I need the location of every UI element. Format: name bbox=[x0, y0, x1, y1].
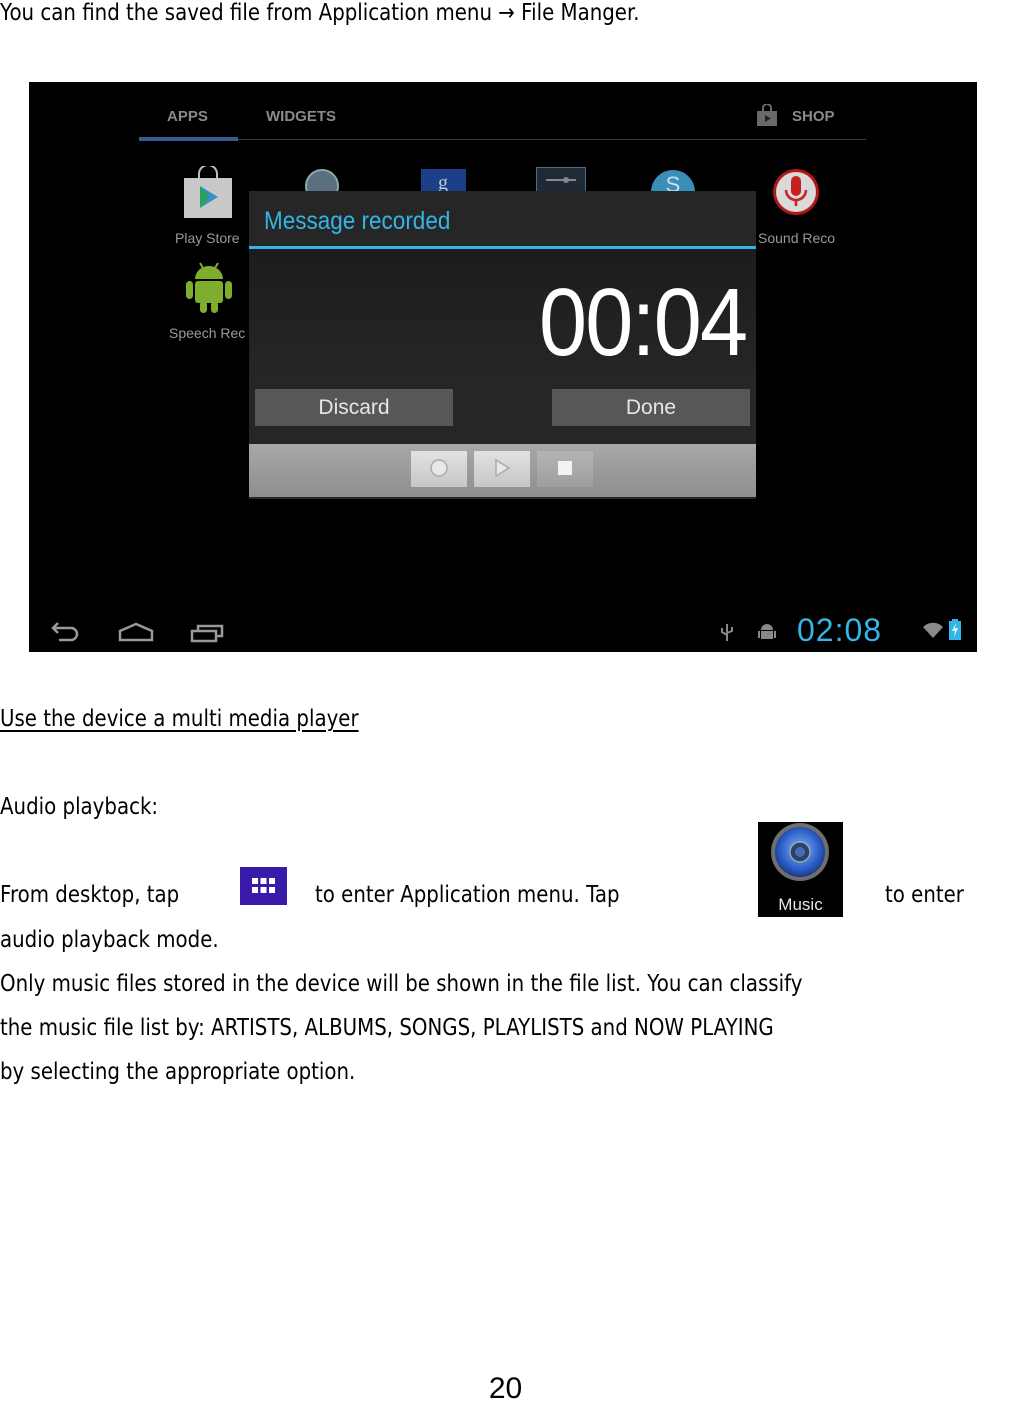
app-label-play-store[interactable]: Play Store bbox=[175, 230, 240, 246]
back-icon[interactable] bbox=[49, 622, 81, 648]
message-recorded-dialog: Message recorded 00:04 Discard Done bbox=[249, 191, 756, 499]
section-heading: Use the device a multi media player bbox=[0, 706, 359, 732]
play-icon bbox=[493, 458, 511, 481]
paragraph-2-line-1: Only music files stored in the device wi… bbox=[0, 971, 803, 997]
paragraph-2-line-2: the music file list by: ARTISTS, ALBUMS,… bbox=[0, 1015, 774, 1041]
svg-text:S: S bbox=[666, 172, 681, 192]
dialog-title: Message recorded bbox=[264, 207, 451, 235]
paragraph-1-part-2: to enter Application menu. Tap bbox=[315, 882, 620, 908]
tab-widgets[interactable]: WIDGETS bbox=[266, 108, 336, 125]
paragraph-1-part-1: From desktop, tap bbox=[0, 882, 180, 908]
speaker-icon bbox=[771, 823, 829, 881]
intro-text: You can find the saved file from Applica… bbox=[0, 0, 499, 26]
app-label-sound-recorder[interactable]: Sound Reco bbox=[758, 230, 835, 246]
discard-button[interactable]: Discard bbox=[255, 389, 453, 426]
tab-indicator bbox=[139, 137, 238, 141]
right-arrow-icon: → bbox=[498, 0, 515, 26]
android-debug-icon bbox=[758, 622, 776, 646]
intro-text-end: File Manger. bbox=[514, 0, 640, 26]
stop-icon bbox=[557, 460, 573, 479]
recorder-controls bbox=[249, 444, 756, 497]
battery-charging-icon bbox=[949, 619, 961, 644]
music-app-icon: Music bbox=[758, 822, 843, 917]
shop-button[interactable]: SHOP bbox=[792, 108, 835, 125]
app-drawer-icon bbox=[240, 867, 287, 909]
subheading: Audio playback: bbox=[0, 794, 159, 820]
play-button[interactable] bbox=[474, 451, 530, 487]
page-number: 20 bbox=[488, 1372, 523, 1405]
wifi-icon bbox=[922, 621, 944, 643]
tab-divider bbox=[139, 139, 866, 140]
android-icon[interactable] bbox=[184, 259, 234, 319]
recording-timer: 00:04 bbox=[538, 269, 748, 376]
home-icon[interactable] bbox=[118, 622, 154, 648]
paragraph-1-line-2: audio playback mode. bbox=[0, 927, 219, 953]
intro-line: You can find the saved file from Applica… bbox=[0, 0, 640, 26]
stop-button[interactable] bbox=[537, 451, 593, 487]
usb-icon bbox=[719, 622, 735, 646]
record-button[interactable] bbox=[411, 451, 467, 487]
status-clock: 02:08 bbox=[797, 612, 883, 648]
shop-bag-icon bbox=[756, 103, 778, 130]
done-button[interactable]: Done bbox=[552, 389, 750, 426]
app-label-speech-recorder[interactable]: Speech Rec bbox=[169, 325, 245, 341]
music-icon-label: Music bbox=[778, 895, 823, 914]
svg-text:g: g bbox=[438, 172, 448, 192]
device-screenshot: APPS WIDGETS SHOP Play Store g S Sound R… bbox=[29, 82, 977, 652]
tab-apps[interactable]: APPS bbox=[167, 108, 208, 125]
paragraph-1-part-3: to enter bbox=[885, 882, 964, 908]
recent-apps-icon[interactable] bbox=[190, 622, 224, 648]
paragraph-2-line-3: by selecting the appropriate option. bbox=[0, 1059, 356, 1085]
microphone-icon[interactable] bbox=[772, 168, 820, 220]
record-icon bbox=[429, 458, 449, 481]
play-store-icon[interactable] bbox=[182, 164, 234, 222]
